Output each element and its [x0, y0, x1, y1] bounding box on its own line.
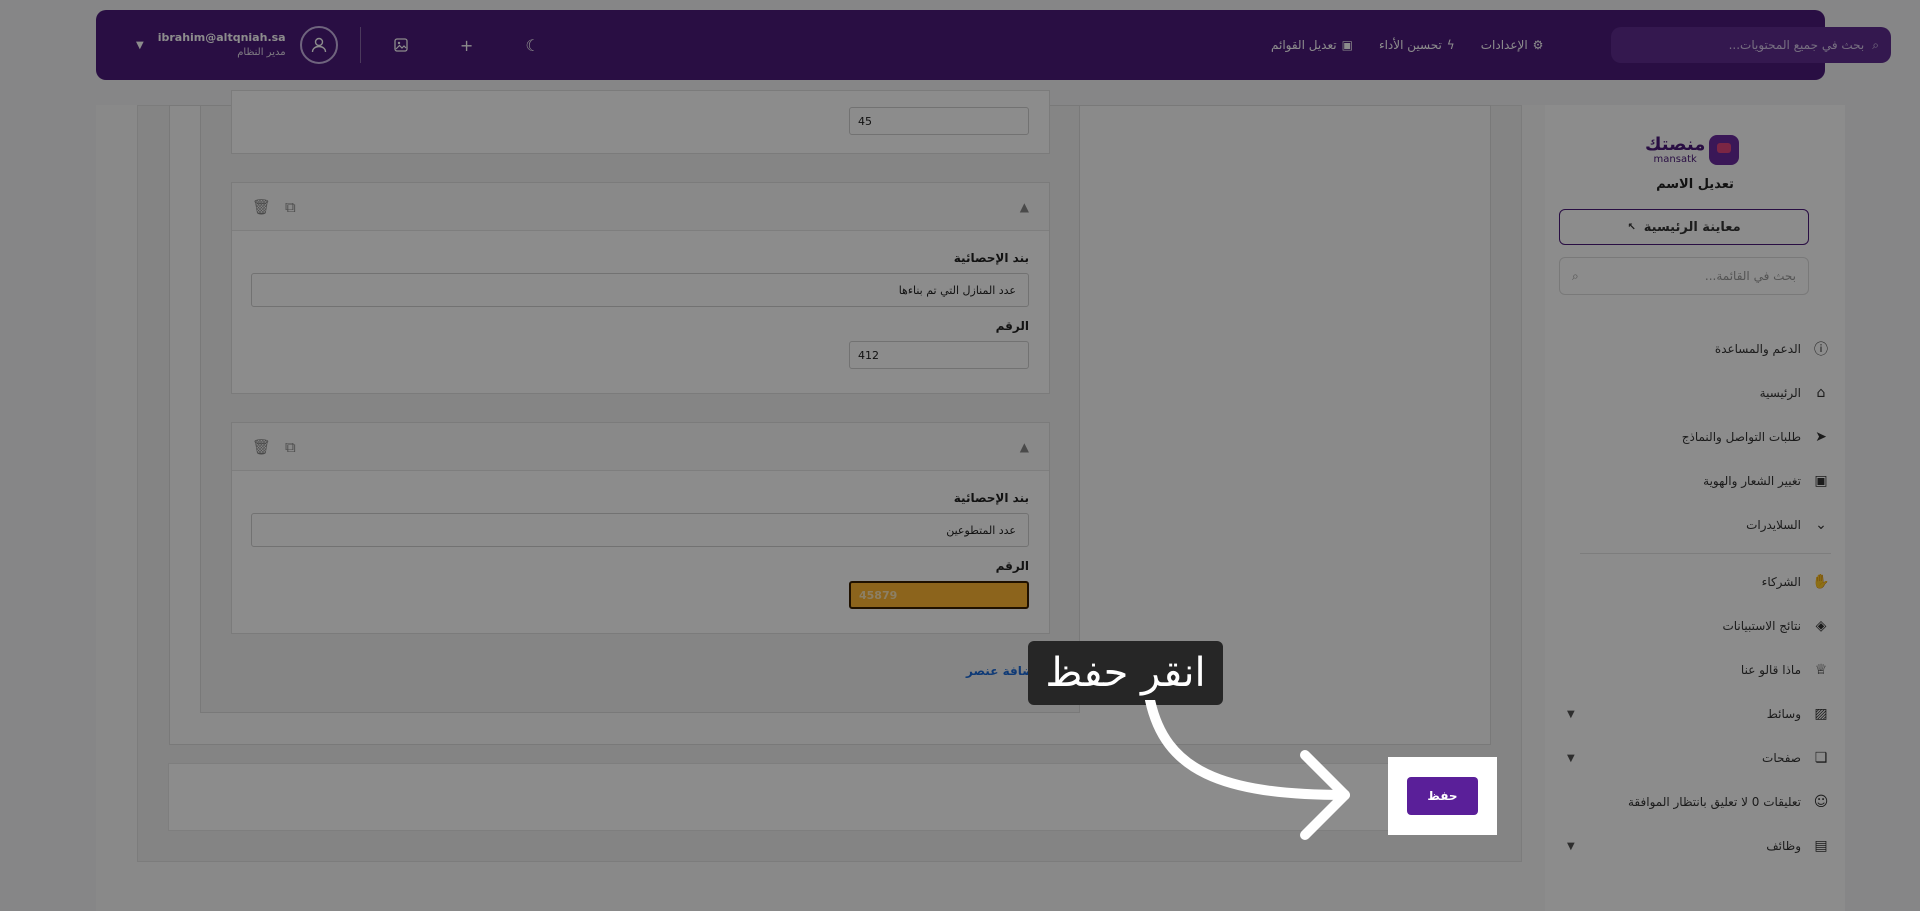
number-label: الرقم — [995, 559, 1029, 573]
number-label: الرقم — [995, 319, 1029, 333]
preview-home-button[interactable]: معاينة الرئيسية ↖ — [1559, 209, 1809, 245]
home-icon: ⌂ — [1816, 385, 1826, 401]
global-search-input[interactable]: ⌕ بحث في جميع المحتويات... — [1611, 27, 1891, 63]
sidebar: منصتك mansatk تعديل الاسم معاينة الرئيسي… — [1545, 105, 1845, 911]
collapse-toggle-icon[interactable]: ▲ — [1020, 440, 1029, 454]
trash-icon[interactable]: 🗑 — [252, 198, 271, 216]
edit-menus-link[interactable]: ▣تعديل القوائم — [1271, 38, 1353, 52]
tutorial-tooltip: انقر حفظ — [1028, 641, 1223, 705]
expand-arrow-icon: ▼ — [1567, 752, 1575, 764]
performance-link[interactable]: ϟتحسين الأداء — [1379, 38, 1455, 52]
expand-arrow-icon: ▼ — [1567, 840, 1575, 852]
menu-search-input[interactable]: بحث في القائمة... ⌕ — [1559, 257, 1809, 295]
shapes-icon: ◈ — [1815, 618, 1827, 634]
sidebar-nav: الدعم والمساعدة ⓘ الرئيسية ⌂ طلبات التواصل… — [1545, 327, 1845, 868]
stat-text-input[interactable]: عدد المنازل التي تم بناءها — [251, 273, 1029, 307]
sidebar-item-surveys[interactable]: نتائج الاستبيانات ◈ — [1545, 604, 1845, 648]
external-arrow-icon: ↖ — [1627, 221, 1636, 233]
sidebar-item-branding[interactable]: تغيير الشعار والهوية ▣ — [1545, 459, 1845, 503]
image-icon: ▨ — [1814, 706, 1828, 722]
pointer-arrow-icon — [1145, 700, 1350, 840]
top-nav: ⚙الإعدادات ϟتحسين الأداء ▣تعديل القوائم — [1271, 10, 1543, 80]
divider — [359, 27, 361, 63]
stat-label: بند الإحصائية — [953, 251, 1029, 265]
settings-link[interactable]: ⚙الإعدادات — [1481, 38, 1544, 52]
copy-icon[interactable]: ⧉ — [285, 198, 296, 216]
crown-icon: ♕ — [1814, 662, 1828, 678]
chevron-down-icon: ⌄ — [1815, 517, 1827, 533]
card-header: ▲ ⧉ 🗑 — [232, 183, 1049, 231]
logo-text: منصتك — [1645, 133, 1706, 155]
image-icon[interactable] — [389, 33, 413, 57]
handshake-icon: ✋ — [1812, 574, 1830, 590]
number-input-highlighted[interactable]: 45879 — [849, 581, 1029, 609]
stat-label: بند الإحصائية — [953, 491, 1029, 505]
sidebar-item-sliders[interactable]: السلايدرات ⌄ — [1545, 503, 1845, 547]
avatar[interactable] — [299, 26, 338, 64]
user-email: ibrahim@altqniah.sa — [157, 31, 286, 44]
app-page: ▼ ibrahim@altqniah.sa مدير النظام + ☾ ⚙ا… — [0, 0, 1920, 911]
sidebar-item-partners[interactable]: الشركاء ✋ — [1545, 560, 1845, 604]
sidebar-item-pages[interactable]: ▼ صفحات ❏ — [1545, 736, 1845, 780]
logo-subtext: mansatk — [1653, 153, 1697, 165]
layout-icon: ▣ — [1814, 473, 1828, 489]
card-header: ▲ ⧉ 🗑 — [232, 423, 1049, 471]
number-input[interactable]: 45 — [849, 107, 1029, 135]
pages-icon: ❏ — [1814, 750, 1828, 766]
sidebar-item-jobs[interactable]: ▼ وظائف ▤ — [1545, 824, 1845, 868]
sidebar-item-testimonials[interactable]: ماذا قالو عنا ♕ — [1545, 648, 1845, 692]
top-bar: ▼ ibrahim@altqniah.sa مدير النظام + ☾ ⚙ا… — [96, 10, 1891, 80]
chevron-down-icon[interactable]: ▼ — [136, 40, 144, 51]
stat-card: ▲ ⧉ 🗑 بند الإحصائية عدد المنازل التي تم … — [231, 182, 1050, 394]
gear-icon: ⚙ — [1532, 38, 1544, 52]
help-circle-icon: ⓘ — [1814, 342, 1828, 358]
sidebar-item-comments[interactable]: تعليقات 0 لا تعليق بانتظار الموافقة ☺ — [1545, 780, 1845, 824]
search-icon: ⌕ — [1572, 268, 1579, 283]
copy-icon[interactable]: ⧉ — [285, 438, 296, 456]
stat-text-input[interactable]: عدد المتطوعين — [251, 513, 1029, 547]
comment-icon: ☺ — [1813, 794, 1829, 810]
user-menu[interactable]: ▼ ibrahim@altqniah.sa مدير النظام + ☾ — [136, 10, 545, 80]
edit-name-link[interactable]: تعديل الاسم — [1545, 177, 1845, 192]
save-button[interactable]: حفظ — [1407, 777, 1478, 815]
number-input[interactable]: 412 — [849, 341, 1029, 369]
expand-arrow-icon: ▼ — [1567, 708, 1575, 720]
plus-icon[interactable]: + — [455, 33, 479, 57]
trash-icon[interactable]: 🗑 — [252, 438, 271, 456]
search-icon: ⌕ — [1872, 37, 1879, 52]
lightning-icon: ϟ — [1446, 38, 1455, 52]
sidebar-item-contact[interactable]: طلبات التواصل والنماذج ➤ — [1545, 415, 1845, 459]
stat-card: 45 — [231, 90, 1050, 154]
sidebar-item-support[interactable]: الدعم والمساعدة ⓘ — [1545, 327, 1845, 371]
send-icon: ➤ — [1815, 429, 1827, 445]
moon-icon[interactable]: ☾ — [521, 33, 545, 57]
stat-card: ▲ ⧉ 🗑 بند الإحصائية عدد المتطوعين الرقم … — [231, 422, 1050, 634]
user-role: مدير النظام — [237, 47, 286, 58]
divider — [1580, 553, 1831, 554]
logo[interactable]: منصتك mansatk — [1645, 130, 1741, 170]
briefcase-icon: ▤ — [1814, 838, 1828, 854]
user-icon — [311, 37, 326, 53]
layout-icon: ▣ — [1341, 38, 1353, 52]
logo-icon — [1709, 135, 1740, 165]
sidebar-item-media[interactable]: ▼ وسائط ▨ — [1545, 692, 1845, 736]
collapse-toggle-icon[interactable]: ▲ — [1020, 200, 1029, 214]
sidebar-item-home[interactable]: الرئيسية ⌂ — [1545, 371, 1845, 415]
